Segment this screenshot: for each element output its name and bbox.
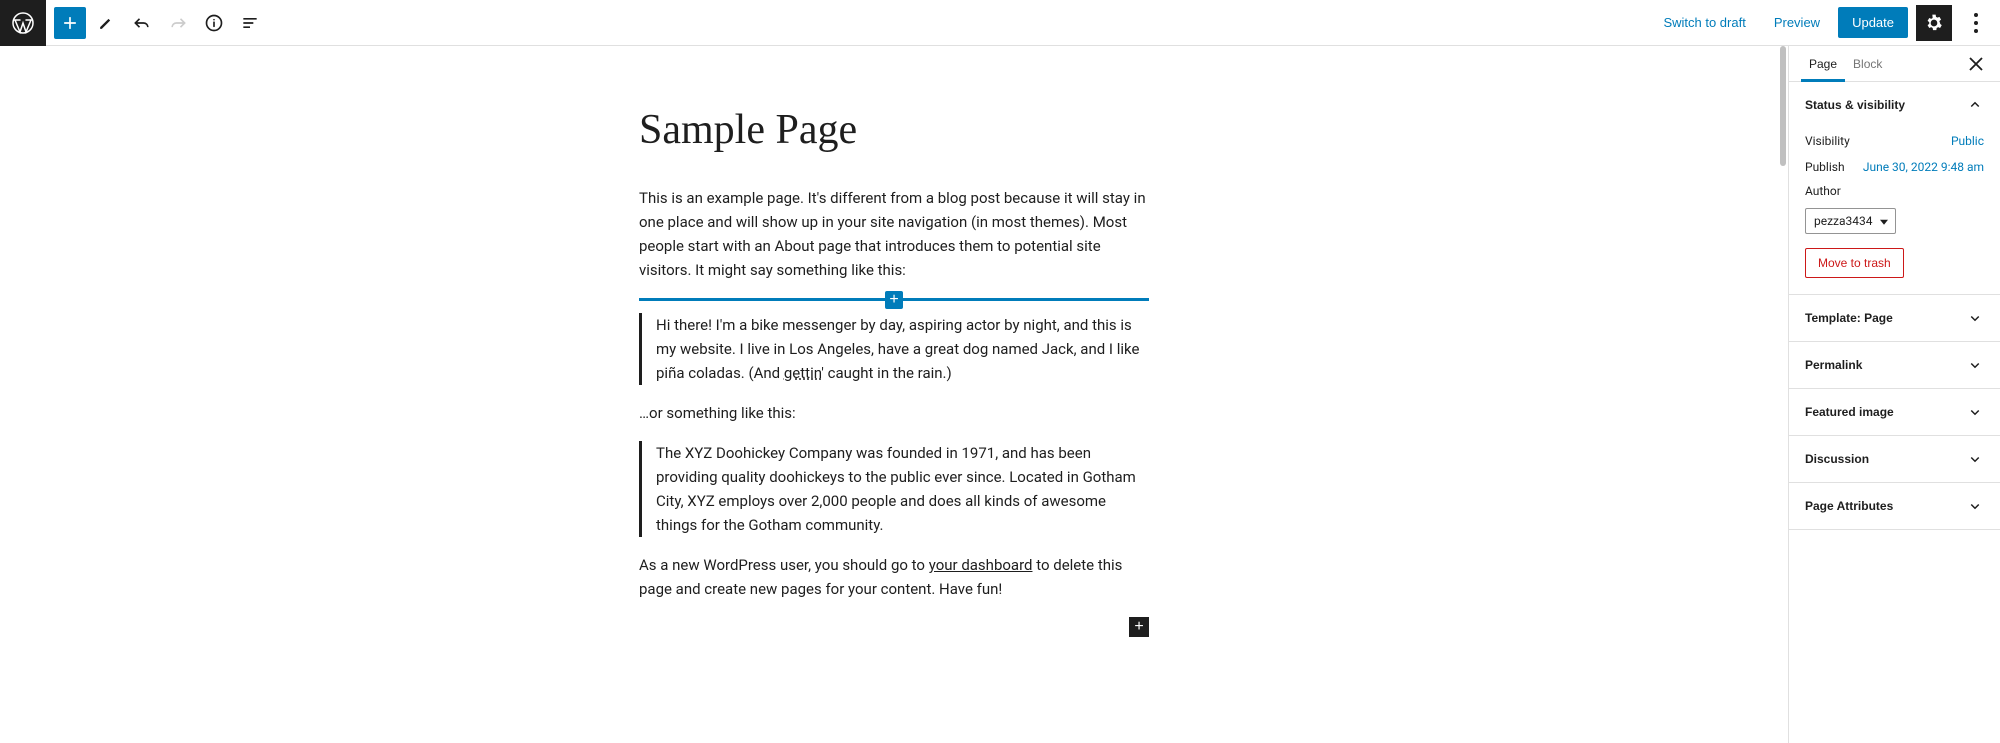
wordpress-icon	[11, 11, 35, 35]
panel-header-template[interactable]: Template: Page	[1789, 295, 2000, 341]
page-title[interactable]: Sample Page	[639, 106, 1149, 154]
append-block-button[interactable]: +	[1129, 617, 1149, 637]
panel-title: Featured image	[1805, 405, 1894, 419]
undo-icon	[132, 13, 152, 33]
tab-block[interactable]: Block	[1845, 46, 1890, 81]
panel-featured-image: Featured image	[1789, 389, 2000, 436]
chevron-down-icon	[1966, 450, 1984, 468]
panel-title: Template: Page	[1805, 311, 1893, 325]
paragraph-block[interactable]: As a new WordPress user, you should go t…	[639, 553, 1149, 601]
panel-status-visibility: Status & visibility Visibility Public Pu…	[1789, 82, 2000, 295]
editor-area[interactable]: Sample Page This is an example page. It'…	[0, 46, 1788, 743]
pencil-icon	[96, 13, 116, 33]
panel-header-featured-image[interactable]: Featured image	[1789, 389, 2000, 435]
plus-icon	[60, 13, 80, 33]
block-insert-line: +	[639, 298, 1149, 301]
author-select[interactable]: pezza3434	[1805, 208, 1896, 234]
visibility-row: Visibility Public	[1805, 128, 1984, 154]
chevron-down-icon	[1966, 497, 1984, 515]
edit-mode-button[interactable]	[90, 7, 122, 39]
chevron-down-icon	[1966, 309, 1984, 327]
publish-row: Publish June 30, 2022 9:48 am	[1805, 154, 1984, 180]
author-value: pezza3434	[1814, 214, 1873, 228]
toolbar-left	[46, 7, 274, 39]
move-to-trash-button[interactable]: Move to trash	[1805, 248, 1904, 278]
panel-permalink: Permalink	[1789, 342, 2000, 389]
tab-page[interactable]: Page	[1801, 46, 1845, 81]
toolbar-right: Switch to draft Preview Update	[1653, 5, 2000, 41]
top-toolbar: Switch to draft Preview Update	[0, 0, 2000, 46]
close-icon	[1964, 52, 1988, 76]
list-icon	[240, 13, 260, 33]
add-block-end: +	[639, 617, 1149, 637]
close-sidebar-button[interactable]	[1964, 52, 1988, 76]
redo-button[interactable]	[162, 7, 194, 39]
quote-text: Hi there! I'm a bike messenger by day, a…	[656, 313, 1149, 385]
undo-button[interactable]	[126, 7, 158, 39]
publish-label: Publish	[1805, 160, 1845, 174]
update-button[interactable]: Update	[1838, 7, 1908, 38]
preview-button[interactable]: Preview	[1764, 7, 1830, 38]
dashboard-link[interactable]: your dashboard	[929, 556, 1033, 574]
more-options-button[interactable]	[1960, 5, 1992, 41]
author-row: Author pezza3434	[1805, 180, 1984, 234]
panel-title: Permalink	[1805, 358, 1862, 372]
publish-value[interactable]: June 30, 2022 9:48 am	[1863, 160, 1984, 174]
outline-button[interactable]	[234, 7, 266, 39]
visibility-value[interactable]: Public	[1951, 134, 1984, 148]
panel-title: Status & visibility	[1805, 98, 1905, 112]
panel-header-status[interactable]: Status & visibility	[1789, 82, 2000, 128]
redo-icon	[168, 13, 188, 33]
gear-icon	[1924, 13, 1944, 33]
visibility-label: Visibility	[1805, 134, 1850, 148]
author-label: Author	[1805, 180, 1984, 202]
sidebar-tabs: Page Block	[1789, 46, 2000, 82]
panel-title: Page Attributes	[1805, 499, 1893, 513]
panel-header-permalink[interactable]: Permalink	[1789, 342, 2000, 388]
quote-text: The XYZ Doohickey Company was founded in…	[656, 441, 1149, 537]
details-button[interactable]	[198, 7, 230, 39]
panel-header-discussion[interactable]: Discussion	[1789, 436, 2000, 482]
panel-template: Template: Page	[1789, 295, 2000, 342]
panel-page-attributes: Page Attributes	[1789, 483, 2000, 530]
chevron-up-icon	[1966, 96, 1984, 114]
info-icon	[204, 13, 224, 33]
wordpress-logo[interactable]	[0, 0, 46, 46]
settings-sidebar: Page Block Status & visibility Visibilit…	[1788, 46, 2000, 743]
paragraph-block[interactable]: …or something like this:	[639, 401, 1149, 425]
paragraph-block[interactable]: This is an example page. It's different …	[639, 186, 1149, 282]
settings-button[interactable]	[1916, 5, 1952, 41]
chevron-down-icon	[1966, 356, 1984, 374]
panel-discussion: Discussion	[1789, 436, 2000, 483]
quote-block[interactable]: Hi there! I'm a bike messenger by day, a…	[639, 313, 1149, 385]
scrollbar[interactable]	[1780, 46, 1786, 166]
panel-header-page-attributes[interactable]: Page Attributes	[1789, 483, 2000, 529]
add-block-button[interactable]	[54, 7, 86, 39]
chevron-down-icon	[1966, 403, 1984, 421]
panel-title: Discussion	[1805, 452, 1869, 466]
quote-block[interactable]: The XYZ Doohickey Company was founded in…	[639, 441, 1149, 537]
switch-to-draft-button[interactable]: Switch to draft	[1653, 7, 1755, 38]
dots-vertical-icon	[1960, 7, 1992, 39]
inline-add-block-button[interactable]: +	[885, 291, 903, 309]
